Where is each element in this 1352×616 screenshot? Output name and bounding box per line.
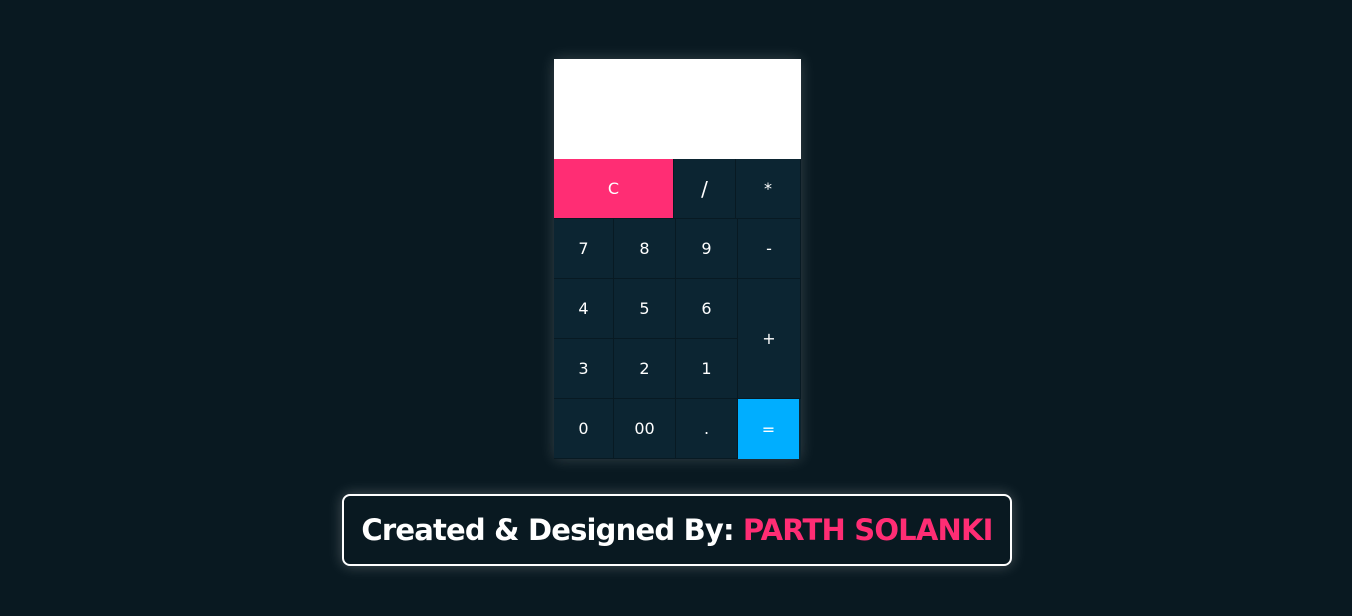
digit-8-button[interactable]: 8 bbox=[614, 219, 676, 279]
digit-3-button[interactable]: 3 bbox=[554, 339, 614, 399]
multiply-button[interactable]: * bbox=[736, 159, 801, 219]
digit-4-button[interactable]: 4 bbox=[554, 279, 614, 339]
calculator: C / * 7 8 9 - 4 5 6 + 3 2 1 0 00 . = bbox=[554, 59, 801, 459]
digit-0-button[interactable]: 0 bbox=[554, 399, 614, 459]
page: C / * 7 8 9 - 4 5 6 + 3 2 1 0 00 . = Cre… bbox=[0, 0, 1352, 616]
credit-label: Created & Designed By: bbox=[361, 513, 734, 547]
subtract-button[interactable]: - bbox=[738, 219, 801, 279]
author-name: PARTH SOLANKI bbox=[742, 513, 994, 547]
double-zero-button[interactable]: 00 bbox=[614, 399, 676, 459]
digit-7-button[interactable]: 7 bbox=[554, 219, 614, 279]
decimal-button[interactable]: . bbox=[676, 399, 738, 459]
digit-5-button[interactable]: 5 bbox=[614, 279, 676, 339]
digit-9-button[interactable]: 9 bbox=[676, 219, 738, 279]
calculator-display[interactable] bbox=[554, 59, 801, 159]
equals-button[interactable]: = bbox=[738, 399, 799, 459]
digit-1-button[interactable]: 1 bbox=[676, 339, 738, 399]
digit-6-button[interactable]: 6 bbox=[676, 279, 738, 339]
credit-box: Created & Designed By: PARTH SOLANKI bbox=[342, 494, 1012, 566]
clear-button[interactable]: C bbox=[554, 159, 674, 219]
divide-button[interactable]: / bbox=[674, 159, 736, 219]
add-button[interactable]: + bbox=[738, 279, 801, 399]
digit-2-button[interactable]: 2 bbox=[614, 339, 676, 399]
